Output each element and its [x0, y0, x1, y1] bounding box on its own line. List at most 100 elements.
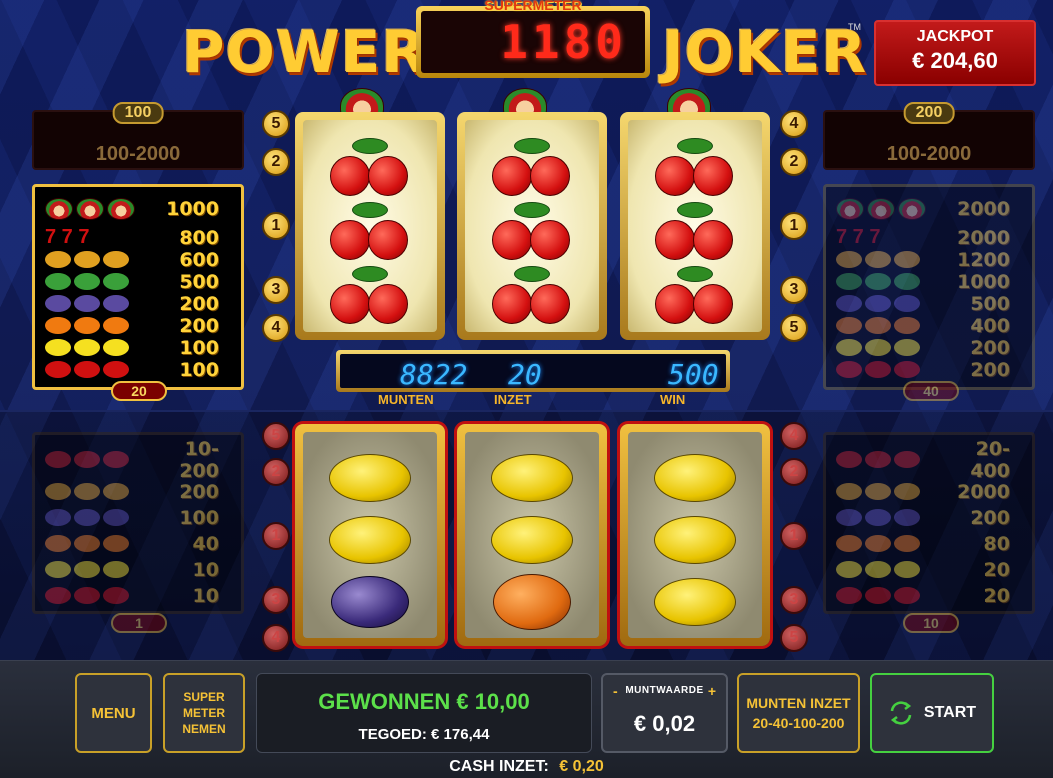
seven-icon: 7 7 7	[836, 226, 881, 248]
plum-icon	[865, 509, 891, 526]
lemon-symbol	[491, 516, 573, 564]
paytable-row: 20	[836, 559, 1022, 581]
inzet-label: INZET	[494, 392, 532, 407]
left-bet-badge[interactable]: 20	[111, 381, 167, 401]
lemon-symbol	[329, 454, 411, 502]
paytable-row: 2000	[836, 481, 1022, 503]
paytable-row: 20	[836, 585, 1022, 607]
bottom-left-bet-badge[interactable]: 1	[111, 613, 167, 633]
jackpot-value: € 204,60	[912, 48, 998, 73]
win-credit-panel: GEWONNEN € 10,00 TEGOED: € 176,44	[256, 673, 592, 753]
plum-icon	[894, 509, 920, 526]
bottom-left-paytable: 10-200 200 100 40 10 10	[32, 432, 244, 614]
left-paytable[interactable]: 1000 7 7 7 800 600 500 200 200 100 100	[32, 184, 244, 390]
line-marker: 2	[780, 148, 808, 176]
plum-icon	[74, 295, 100, 312]
lemon-icon	[836, 339, 862, 356]
melon-icon	[103, 273, 129, 290]
orange-icon	[74, 535, 100, 552]
logo-joker: JOKER	[662, 18, 868, 86]
orange-icon	[45, 317, 71, 334]
bottom-reel-3	[620, 424, 770, 646]
cherry-icon	[74, 587, 100, 604]
orange-icon	[865, 535, 891, 552]
cherry-icon	[865, 587, 891, 604]
coin-value-plus-button[interactable]: +	[708, 683, 716, 699]
coins-bet-button[interactable]: MUNTEN INZET 20-40-100-200	[737, 673, 860, 753]
line-marker: 3	[780, 586, 808, 614]
supermeter-take-button[interactable]: SUPER METER NEMEN	[163, 673, 245, 753]
pay-value: 80	[983, 532, 1010, 555]
left-feature-range: 100-2000	[95, 143, 181, 165]
game-stage: POWER JOKER TM SUPERMETER 1180 JACKPOT €…	[0, 0, 1053, 778]
cherry-icon	[865, 361, 891, 378]
pay-value: 10	[192, 584, 219, 607]
right-paytable[interactable]: 2000 7 7 7 2000 1200 1000 500 400 200 200	[823, 184, 1035, 390]
start-label: START	[923, 704, 977, 721]
cash-bet: CASH INZET: € 0,20	[0, 758, 1053, 776]
orange-icon	[836, 317, 862, 334]
cash-bet-label: CASH INZET:	[449, 758, 549, 775]
bell-icon	[865, 483, 891, 500]
paytable-row: 80	[836, 532, 1022, 555]
plum-icon	[894, 295, 920, 312]
line-marker: 2	[780, 458, 808, 486]
lemon-icon	[74, 561, 100, 578]
paytable-row: 1000	[836, 270, 1022, 293]
start-button[interactable]: START	[870, 673, 994, 753]
bell-icon	[836, 251, 862, 268]
top-reel-1	[295, 112, 445, 340]
bottom-right-bet-badge[interactable]: 10	[903, 613, 959, 633]
cherry-symbol	[490, 266, 574, 324]
cherry-symbol	[328, 266, 412, 324]
pay-value: 400	[970, 314, 1010, 337]
line-marker: 1	[262, 212, 290, 240]
bell-icon	[865, 251, 891, 268]
melon-icon	[865, 273, 891, 290]
pay-value: 100	[179, 358, 219, 381]
pay-value: 1200	[957, 248, 1010, 271]
paytable-row: 100	[45, 336, 231, 359]
lemon-icon	[865, 561, 891, 578]
win-value: 500	[668, 358, 719, 391]
pay-value: 200	[970, 506, 1010, 529]
paytable-row: 400	[836, 314, 1022, 337]
line-marker: 4	[262, 314, 290, 342]
pay-value: 200	[970, 358, 1010, 381]
menu-button[interactable]: MENU	[75, 673, 152, 753]
paytable-row: 40	[45, 533, 231, 555]
seven-icon: 7 7 7	[45, 226, 90, 248]
line-marker: 4	[780, 422, 808, 450]
pay-value: 500	[970, 292, 1010, 315]
right-feature-range: 100-2000	[886, 143, 972, 165]
paytable-row: 100	[45, 507, 231, 529]
line-marker: 5	[780, 624, 808, 652]
line-marker: 2	[262, 458, 290, 486]
line-marker: 1	[780, 212, 808, 240]
paytable-row: 10	[45, 584, 231, 607]
cherry-symbol	[653, 138, 737, 196]
plum-icon	[865, 295, 891, 312]
line-marker: 2	[262, 148, 290, 176]
cherry-symbol	[653, 266, 737, 324]
melon-icon	[45, 273, 71, 290]
cherry-symbol	[490, 202, 574, 260]
right-bet-badge[interactable]: 40	[903, 381, 959, 401]
joker-icon	[45, 451, 71, 468]
coins-bet-label: MUNTEN INZET	[746, 695, 851, 711]
pay-value: 2000	[957, 197, 1010, 220]
melon-icon	[836, 273, 862, 290]
inzet-value: 20	[508, 358, 542, 391]
paytable-row: 1000	[45, 197, 231, 220]
cherry-icon	[45, 361, 71, 378]
joker-icon	[898, 197, 926, 220]
pay-value: 10-200	[179, 437, 219, 482]
supermeter-label: SUPERMETER	[484, 0, 582, 13]
pay-value: 100	[179, 336, 219, 359]
lemon-symbol	[491, 454, 573, 502]
pay-value: 1000	[957, 270, 1010, 293]
supermeter-take-label: SUPER	[183, 690, 225, 704]
joker-icon	[107, 197, 135, 220]
cherry-icon	[836, 361, 862, 378]
paytable-row: 10-200	[45, 438, 231, 482]
